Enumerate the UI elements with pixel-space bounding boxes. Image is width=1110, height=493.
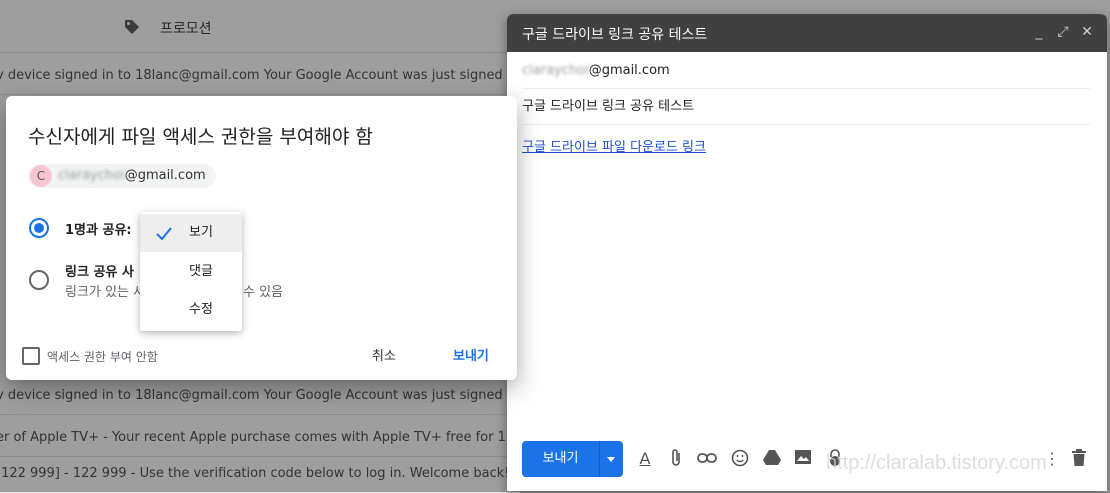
drive-icon[interactable] xyxy=(762,449,782,469)
subject-field[interactable]: 구글 드라이브 링크 공유 테스트 xyxy=(522,90,1090,125)
emoji-icon[interactable] xyxy=(730,449,750,469)
attach-icon[interactable] xyxy=(666,449,686,469)
recipient-name-blurred: claraychoi xyxy=(522,63,589,78)
minimize-icon[interactable]: _ xyxy=(1031,24,1047,40)
formatting-icon[interactable]: A xyxy=(635,449,655,469)
share-link-radio[interactable] xyxy=(29,270,49,290)
menu-item-edit[interactable]: 수정 xyxy=(140,291,242,329)
compose-title: 구글 드라이브 링크 공유 테스트 xyxy=(522,27,708,43)
close-icon[interactable]: ✕ xyxy=(1079,24,1095,40)
watermark: http://claralab.tistory.com xyxy=(826,452,1047,474)
share-link-description-tail: 수 있음 xyxy=(243,285,284,300)
compose-header: 구글 드라이브 링크 공유 테스트 _ ⤢ ✕ xyxy=(507,14,1107,52)
link-icon[interactable] xyxy=(697,449,717,469)
share-link-label: 링크 공유 사 xyxy=(65,265,134,280)
photo-icon[interactable] xyxy=(793,449,813,469)
menu-item-view[interactable]: 보기 xyxy=(140,214,242,252)
menu-item-comment[interactable]: 댓글 xyxy=(140,253,242,291)
menu-item-label: 댓글 xyxy=(189,264,213,279)
chip-name-blurred: claraychoi xyxy=(58,168,125,183)
chip-domain: @gmail.com xyxy=(124,168,206,183)
send-button[interactable]: 보내기 xyxy=(522,441,599,477)
trash-icon[interactable] xyxy=(1069,449,1089,469)
compose-window: 구글 드라이브 링크 공유 테스트 _ ⤢ ✕ claraychoi@gmail… xyxy=(507,14,1107,491)
recipient-domain: @gmail.com xyxy=(588,63,670,78)
no-access-checkbox[interactable] xyxy=(22,347,40,365)
recipient-chip: C claraychoi@gmail.com xyxy=(28,164,216,188)
avatar: C xyxy=(30,165,52,187)
menu-item-label: 보기 xyxy=(189,225,213,240)
recipient-field[interactable]: claraychoi@gmail.com xyxy=(522,54,1090,89)
dialog-send-button[interactable]: 보내기 xyxy=(453,345,489,364)
permission-menu: 보기 댓글 수정 xyxy=(140,212,242,331)
menu-item-label: 수정 xyxy=(189,302,213,317)
send-options-button[interactable] xyxy=(599,441,623,477)
drive-file-link[interactable]: 구글 드라이브 파일 다운로드 링크 xyxy=(522,136,706,155)
no-access-label: 액세스 권한 부여 안함 xyxy=(47,350,158,364)
share-with-recipients-radio[interactable] xyxy=(29,218,49,238)
share-link-description: 링크가 있는 사 xyxy=(65,285,146,300)
checkmark-icon xyxy=(156,227,172,241)
dialog-title: 수신자에게 파일 액세스 권한을 부여해야 함 xyxy=(28,126,373,148)
cancel-button[interactable]: 취소 xyxy=(372,345,396,364)
fullscreen-icon[interactable]: ⤢ xyxy=(1055,24,1071,40)
access-dialog: 수신자에게 파일 액세스 권한을 부여해야 함 C claraychoi@gma… xyxy=(6,96,517,380)
share-with-recipients-label: 1명과 공유: xyxy=(65,223,132,238)
